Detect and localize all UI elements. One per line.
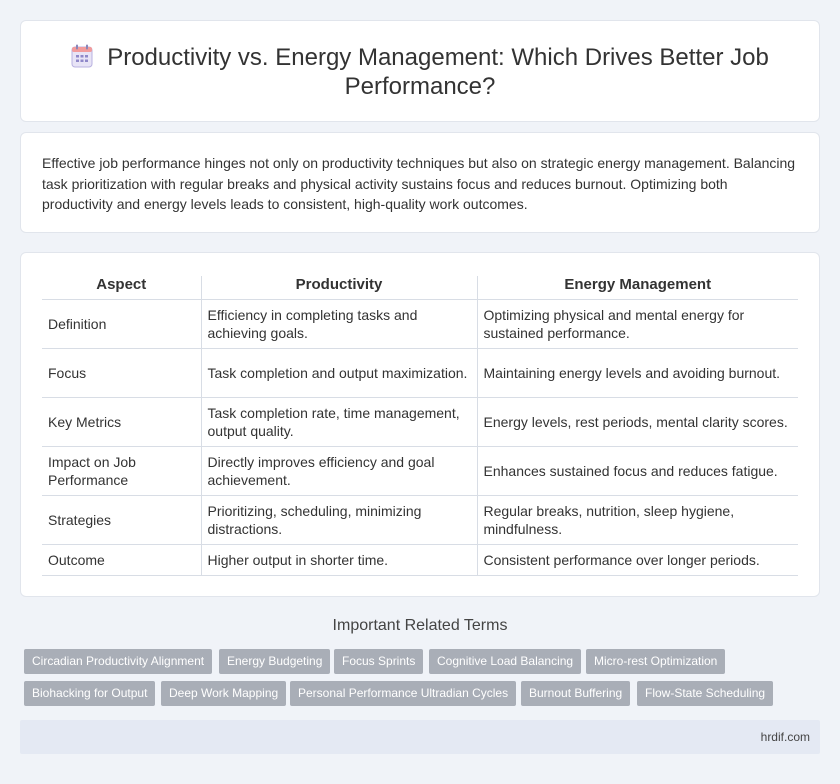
table-cell: Strategies <box>42 495 201 545</box>
page-title: Productivity vs. Energy Management: Whic… <box>21 43 819 101</box>
related-term-tag[interactable]: Biohacking for Output <box>24 681 156 706</box>
related-term-tag[interactable]: Micro-rest Optimization <box>586 649 726 674</box>
table-cell: Directly improves efficiency and goal ac… <box>200 446 477 496</box>
related-term-tag[interactable]: Personal Performance Ultradian Cycles <box>290 681 517 706</box>
page-title-text: Productivity vs. Energy Management: Whic… <box>107 44 769 100</box>
column-header-aspect: Aspect <box>42 276 201 300</box>
table-cell: Definition <box>42 299 201 349</box>
calendar-icon <box>71 44 93 68</box>
table-row: Definition Efficiency in completing task… <box>42 299 798 349</box>
table-cell: Higher output in shorter time. <box>200 544 477 576</box>
intro-text: Effective job performance hinges not onl… <box>42 155 796 212</box>
table-row: Outcome Higher output in shorter time. C… <box>42 544 798 576</box>
table-cell: Maintaining energy levels and avoiding b… <box>476 348 798 398</box>
related-term-tag[interactable]: Circadian Productivity Alignment <box>24 649 213 674</box>
related-term-tag[interactable]: Cognitive Load Balancing <box>429 649 582 674</box>
related-term-tag[interactable]: Deep Work Mapping <box>161 681 287 706</box>
table-cell: Enhances sustained focus and reduces fat… <box>476 446 798 496</box>
table-cell: Consistent performance over longer perio… <box>476 544 798 576</box>
table-row: Focus Task completion and output maximiz… <box>42 348 798 398</box>
table-row: Key Metrics Task completion rate, time m… <box>42 397 798 447</box>
column-header-energy-management: Energy Management <box>476 276 798 300</box>
table-cell: Outcome <box>42 544 201 576</box>
table-cell: Task completion rate, time management, o… <box>200 397 477 447</box>
table-cell: Efficiency in completing tasks and achie… <box>200 299 477 349</box>
table-cell: Impact on Job Performance <box>42 446 201 496</box>
related-term-tag[interactable]: Energy Budgeting <box>219 649 331 674</box>
table-header-row: Aspect Productivity Energy Management <box>42 276 798 300</box>
header-card: Productivity vs. Energy Management: Whic… <box>20 20 820 122</box>
related-term-tag[interactable]: Focus Sprints <box>334 649 424 674</box>
table-cell: Energy levels, rest periods, mental clar… <box>476 397 798 447</box>
column-header-productivity: Productivity <box>200 276 477 300</box>
related-term-tag[interactable]: Flow-State Scheduling <box>637 681 774 706</box>
table-cell: Key Metrics <box>42 397 201 447</box>
related-term-tag[interactable]: Burnout Buffering <box>521 681 631 706</box>
comparison-card: Aspect Productivity Energy Management De… <box>20 252 820 597</box>
table-row: Strategies Prioritizing, scheduling, min… <box>42 495 798 545</box>
table-row: Impact on Job Performance Directly impro… <box>42 446 798 496</box>
footer-site-link[interactable]: hrdif.com <box>761 730 810 744</box>
intro-card: Effective job performance hinges not onl… <box>20 132 820 233</box>
related-terms-title: Important Related Terms <box>332 617 508 634</box>
comparison-table: Aspect Productivity Energy Management De… <box>42 276 798 576</box>
table-cell: Prioritizing, scheduling, minimizing dis… <box>200 495 477 545</box>
table-cell: Regular breaks, nutrition, sleep hygiene… <box>476 495 798 545</box>
footer: hrdif.com <box>20 720 820 754</box>
table-cell: Task completion and output maximization. <box>200 348 477 398</box>
table-cell: Optimizing physical and mental energy fo… <box>476 299 798 349</box>
table-cell: Focus <box>42 348 201 398</box>
